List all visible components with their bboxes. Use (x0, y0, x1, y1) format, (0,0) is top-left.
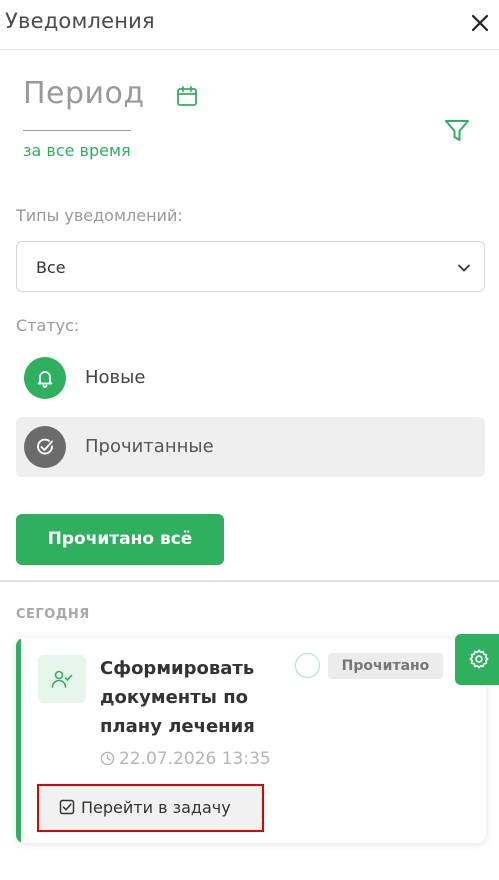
section-divider (0, 580, 499, 582)
status-option-new[interactable]: Новые (16, 350, 485, 406)
chevron-down-icon (458, 264, 470, 272)
user-check-icon (38, 655, 86, 703)
notification-types-select[interactable]: Все (16, 241, 485, 292)
goto-task-content: Перейти в задачу (59, 798, 231, 817)
gear-icon (469, 649, 489, 669)
mark-read-toggle[interactable] (295, 653, 320, 678)
check-circle-icon (24, 426, 66, 468)
settings-button[interactable] (455, 634, 499, 685)
card-accent-bar (16, 638, 21, 843)
calendar-icon[interactable] (175, 84, 199, 108)
checkbox-icon (59, 799, 75, 815)
panel-title: Уведомления (5, 9, 155, 33)
period-underline (23, 130, 131, 131)
status-option-read[interactable]: Прочитанные (16, 417, 485, 477)
goto-task-button[interactable]: Перейти в задачу (37, 784, 264, 832)
close-icon[interactable] (469, 12, 491, 34)
goto-task-label: Перейти в задачу (81, 798, 231, 817)
read-status-badge: Прочитано (328, 653, 443, 679)
period-value-link[interactable]: за все время (23, 141, 131, 160)
notifications-header: Уведомления (0, 0, 499, 50)
notification-types-value: Все (36, 258, 66, 277)
mark-all-read-button[interactable]: Прочитано всё (16, 514, 224, 565)
notification-card[interactable]: Сформировать документы по плану лечения … (16, 638, 486, 843)
notification-datetime-text: 22.07.2026 13:35 (119, 749, 271, 769)
notification-datetime: 22.07.2026 13:35 (100, 749, 271, 769)
status-option-read-label: Прочитанные (85, 436, 214, 457)
status-label: Статус: (16, 316, 80, 335)
period-label: Период (23, 76, 145, 111)
status-option-new-label: Новые (85, 367, 146, 388)
notification-types-label: Типы уведомлений: (16, 206, 183, 225)
bell-icon (24, 357, 66, 399)
section-title-today: СЕГОДНЯ (16, 607, 90, 622)
filter-icon[interactable] (443, 117, 471, 145)
notification-title: Сформировать документы по плану лечения (100, 658, 255, 737)
clock-icon (100, 751, 115, 766)
